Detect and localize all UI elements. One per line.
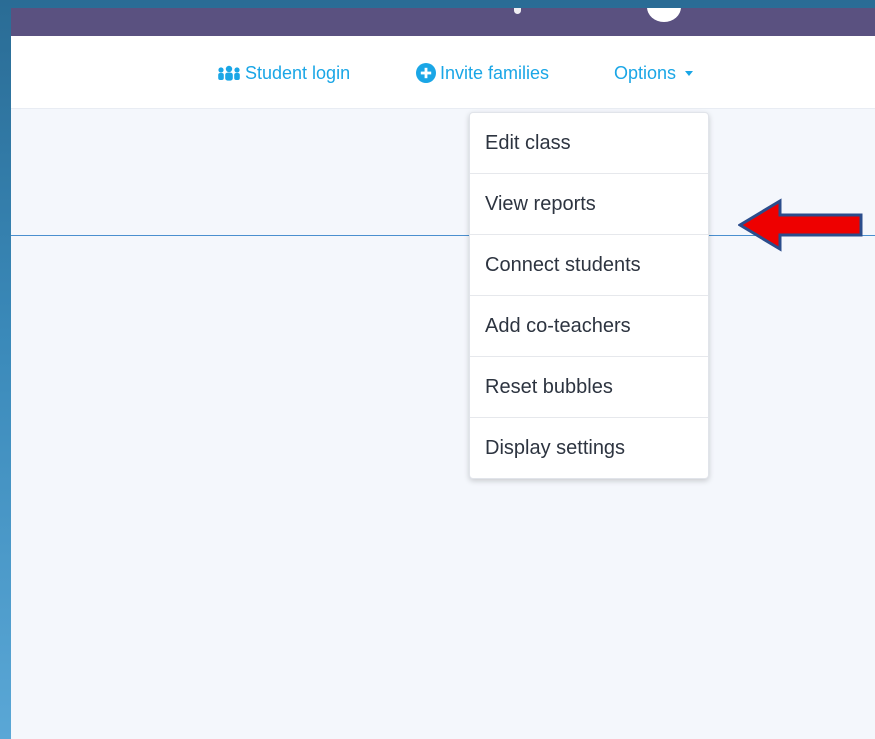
options-label: Options (614, 62, 677, 83)
app-screenshot: Student login Invite families Options Ed… (11, 8, 875, 739)
menu-item-add-co-teachers[interactable]: Add co-teachers (470, 295, 708, 356)
slide-background: Student login Invite families Options Ed… (0, 0, 875, 739)
invite-families-link[interactable]: Invite families (416, 62, 549, 84)
class-navbar: Student login Invite families Options (11, 36, 875, 109)
menu-item-display-settings[interactable]: Display settings (470, 417, 708, 478)
options-dropdown-toggle[interactable]: Options (614, 62, 694, 84)
student-group-icon (217, 65, 241, 81)
student-login-label: Student login (245, 62, 351, 83)
menu-item-reset-bubbles[interactable]: Reset bubbles (470, 356, 708, 417)
options-menu: Edit class View reports Connect students… (469, 112, 709, 479)
header-partial-glyph (514, 8, 521, 14)
plus-circle-icon (416, 63, 436, 83)
menu-item-edit-class[interactable]: Edit class (470, 113, 708, 173)
menu-item-connect-students[interactable]: Connect students (470, 234, 708, 295)
invite-families-label: Invite families (440, 62, 550, 83)
caret-down-icon (685, 70, 694, 76)
top-header-bar (11, 8, 875, 36)
student-login-link[interactable]: Student login (217, 62, 350, 84)
menu-item-view-reports[interactable]: View reports (470, 173, 708, 234)
avatar[interactable] (647, 8, 681, 22)
red-arrow-annotation (738, 198, 863, 252)
